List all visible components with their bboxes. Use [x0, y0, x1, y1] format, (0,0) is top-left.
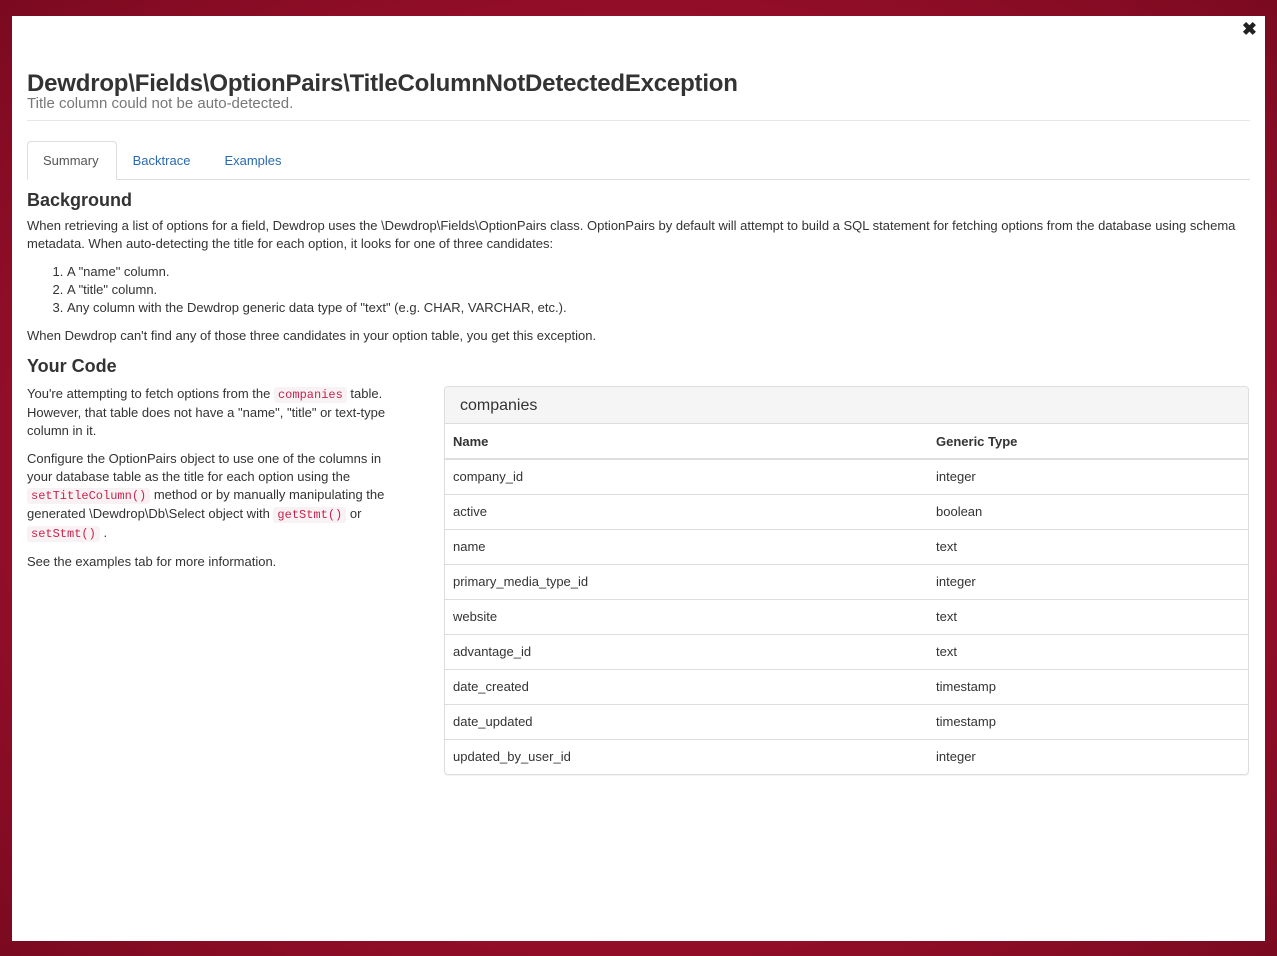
exception-modal: ✖ Dewdrop\Fields\OptionPairs\TitleColumn… [12, 16, 1265, 941]
cell-name: date_created [445, 668, 928, 704]
exception-subtitle: Title column could not be auto-detected. [27, 95, 294, 112]
cell-name: advantage_id [445, 633, 928, 669]
table-row: advantage_id text [445, 633, 1248, 669]
table-header-row: Name Generic Type [445, 424, 1248, 460]
examples-hint: See the examples tab for more informatio… [27, 554, 277, 569]
table-panel: companies Name Generic Type company_idin… [444, 386, 1249, 775]
table-row: updated_by_user_id integer [445, 738, 1248, 774]
list-item: Any column with the Dewdrop generic data… [67, 299, 1250, 317]
cell-name: updated_by_user_id [445, 738, 928, 774]
panel-title: companies [445, 387, 1248, 424]
cell-name: primary_media_type_id [445, 563, 928, 599]
tab-examples[interactable]: Examples [208, 141, 299, 180]
your-code-heading: Your Code [27, 356, 117, 376]
list-item: A "title" column. [67, 281, 1250, 299]
cell-name: website [445, 598, 928, 634]
tab-backtrace[interactable]: Backtrace [117, 141, 209, 180]
column-header-type: Generic Type [928, 424, 1248, 460]
table-row: date_created timestamp [445, 668, 1248, 704]
column-header-name: Name [445, 424, 928, 460]
cell-type: timestamp [928, 703, 1248, 739]
background-paragraph: When retrieving a list of options for a … [27, 218, 1236, 251]
tab-summary[interactable]: Summary [27, 141, 117, 180]
text-span: Configure the OptionPairs object to use … [27, 451, 382, 484]
table-name-code: companies [273, 387, 347, 403]
table-row: primary_media_type_id integer [445, 563, 1248, 599]
cell-type: integer [928, 738, 1248, 774]
set-title-column-code: setTitleColumn() [27, 488, 151, 504]
cell-name: active [445, 493, 928, 529]
columns-table: Name Generic Type company_id integer acti… [445, 424, 1248, 774]
list-item: A "name" column. [67, 263, 1250, 281]
background-conclusion: When Dewdrop can't find any of those thr… [27, 328, 597, 343]
cell-type: timestamp [928, 668, 1248, 704]
text-span: You're attempting to fetch options from … [27, 386, 274, 401]
fetch-paragraph: You're attempting to fetch options from … [27, 385, 399, 440]
table-row: website text [445, 598, 1248, 634]
tab-bar: Summary Backtrace Examples [27, 141, 1250, 180]
modal-header: Dewdrop\Fields\OptionPairs\TitleColumnNo… [27, 16, 1250, 121]
cell-name: name [445, 528, 928, 564]
your-code-text: You're attempting to fetch options from … [27, 385, 399, 775]
table-row: active boolean [445, 493, 1248, 529]
candidate-list: A "name" column. A "title" column. Any c… [27, 263, 1250, 317]
close-icon[interactable]: ✖ [1242, 19, 1257, 39]
your-code-section: You're attempting to fetch options from … [27, 385, 1250, 775]
configure-paragraph: Configure the OptionPairs object to use … [27, 450, 399, 543]
cell-type: boolean [928, 493, 1248, 529]
cell-type: text [928, 528, 1248, 564]
text-span: or [346, 506, 362, 521]
table-row: name text [445, 528, 1248, 564]
background-heading: Background [27, 190, 133, 210]
cell-name: date_updated [445, 703, 928, 739]
set-stmt-code: setStmt() [27, 526, 100, 542]
cell-type: integer [936, 469, 976, 485]
cell-type: integer [928, 563, 1248, 599]
get-stmt-code: getStmt() [273, 507, 347, 523]
text-span: . [103, 525, 108, 540]
cell-type: text [928, 598, 1248, 634]
table-row: company_id integer [445, 459, 1248, 494]
table-row: date_updated timestamp [445, 703, 1248, 739]
cell-type: text [928, 633, 1248, 669]
cell-name: company_id [453, 469, 524, 485]
